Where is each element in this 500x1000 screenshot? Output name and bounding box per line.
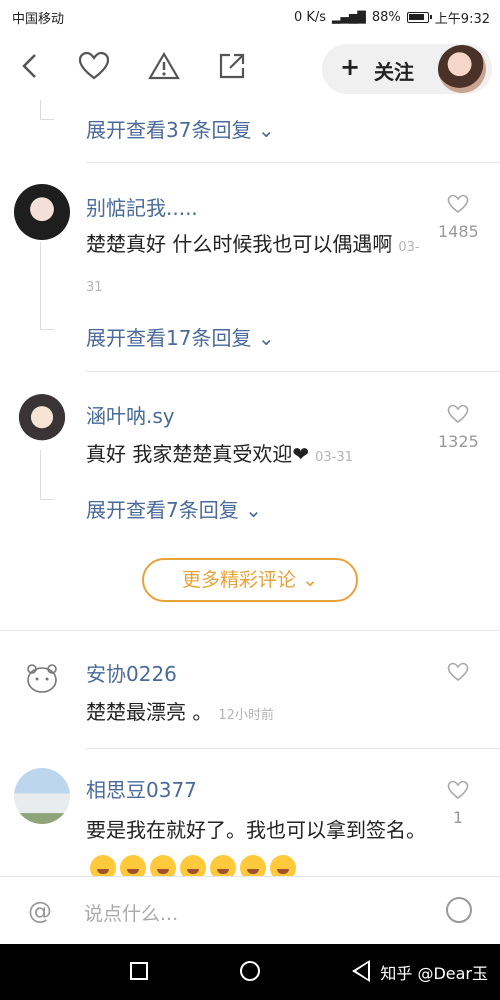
battery-icon	[406, 12, 432, 23]
carrier-label: 中国移动	[12, 12, 65, 27]
thread-line	[40, 100, 54, 120]
system-nav-bar: 知乎 @Dear玉	[0, 944, 500, 1000]
divider	[86, 748, 500, 749]
chevron-down-icon: ⌄	[302, 569, 318, 591]
thread-line	[40, 242, 54, 330]
heart-icon	[447, 662, 469, 682]
comment-text: 要是我在就好了。我也可以拿到签名。	[86, 812, 436, 884]
avatar[interactable]	[14, 184, 70, 240]
like-button[interactable]: 1	[438, 780, 478, 827]
like-button[interactable]: 1325	[438, 404, 479, 451]
chevron-down-icon: ⌄	[257, 326, 275, 350]
share-icon[interactable]	[214, 48, 250, 84]
home-icon[interactable]	[240, 961, 260, 981]
net-speed: 0 K/s	[293, 10, 327, 25]
top-bar: + 关注	[0, 34, 500, 100]
battery-percent: 88%	[371, 10, 401, 25]
back-nav-icon[interactable]	[352, 960, 370, 982]
comment-username[interactable]: 涵叶呐.sy	[86, 400, 175, 429]
author-avatar[interactable]	[438, 45, 486, 93]
avatar[interactable]	[14, 650, 70, 706]
follow-label: 关注	[374, 60, 414, 84]
like-count: 1485	[438, 222, 479, 241]
like-count: 1	[452, 808, 464, 827]
expand-replies-link[interactable]: 展开查看37条回复 ⌄	[86, 114, 275, 143]
emoji-picker-icon[interactable]	[446, 897, 472, 923]
signal-icon: ▂▄▆█	[332, 11, 366, 24]
chevron-down-icon: ⌄	[245, 498, 262, 522]
comment-input[interactable]: 说点什么...	[84, 899, 178, 926]
recent-apps-icon[interactable]	[130, 962, 148, 980]
comment-text: 真好 我家楚楚真受欢迎❤ 03-31	[86, 442, 353, 466]
heart-icon	[447, 404, 469, 424]
comment-date: 03-31	[315, 450, 353, 465]
back-icon[interactable]	[12, 48, 48, 84]
expand-replies-link[interactable]: 展开查看7条回复 ⌄	[86, 494, 262, 523]
status-bar: 中国移动 0 K/s ▂▄▆█ 88% 上午9:32	[0, 0, 500, 34]
like-count: 1325	[438, 432, 479, 451]
comment-input-bar: @ 说点什么...	[0, 876, 500, 944]
comment-username[interactable]: 安协0226	[86, 658, 177, 687]
warning-icon[interactable]	[146, 48, 182, 84]
clock: 上午9:32	[434, 12, 490, 27]
mention-icon[interactable]: @	[28, 897, 52, 925]
follow-button[interactable]: + 关注	[322, 44, 492, 94]
heart-icon	[447, 194, 469, 214]
plus-icon: +	[340, 53, 361, 81]
comment-text: 楚楚最漂亮 。 12小时前	[86, 700, 274, 724]
like-button[interactable]: 1485	[438, 194, 479, 241]
divider	[86, 371, 500, 372]
expand-replies-link[interactable]: 展开查看17条回复 ⌄	[86, 322, 275, 351]
section-divider	[0, 630, 500, 631]
like-button[interactable]	[438, 662, 478, 686]
chevron-down-icon: ⌄	[257, 118, 275, 142]
comment-date: 12小时前	[218, 708, 274, 723]
heart-icon	[447, 780, 469, 800]
avatar[interactable]	[14, 392, 70, 448]
heart-icon[interactable]	[76, 48, 112, 84]
comment-username[interactable]: 相思豆0377	[86, 774, 197, 803]
default-avatar-icon	[27, 664, 57, 693]
comment-text: 楚楚真好 什么时候我也可以偶遇啊 03-31	[86, 232, 420, 295]
divider	[86, 162, 500, 163]
more-comments-button[interactable]: 更多精彩评论 ⌄	[142, 558, 358, 602]
thread-line	[40, 450, 54, 500]
comment-username[interactable]: 别惦記我.....	[86, 192, 198, 221]
watermark: 知乎 @Dear玉	[380, 964, 488, 983]
avatar[interactable]	[14, 768, 70, 824]
laughing-emoji-icon	[86, 854, 296, 881]
